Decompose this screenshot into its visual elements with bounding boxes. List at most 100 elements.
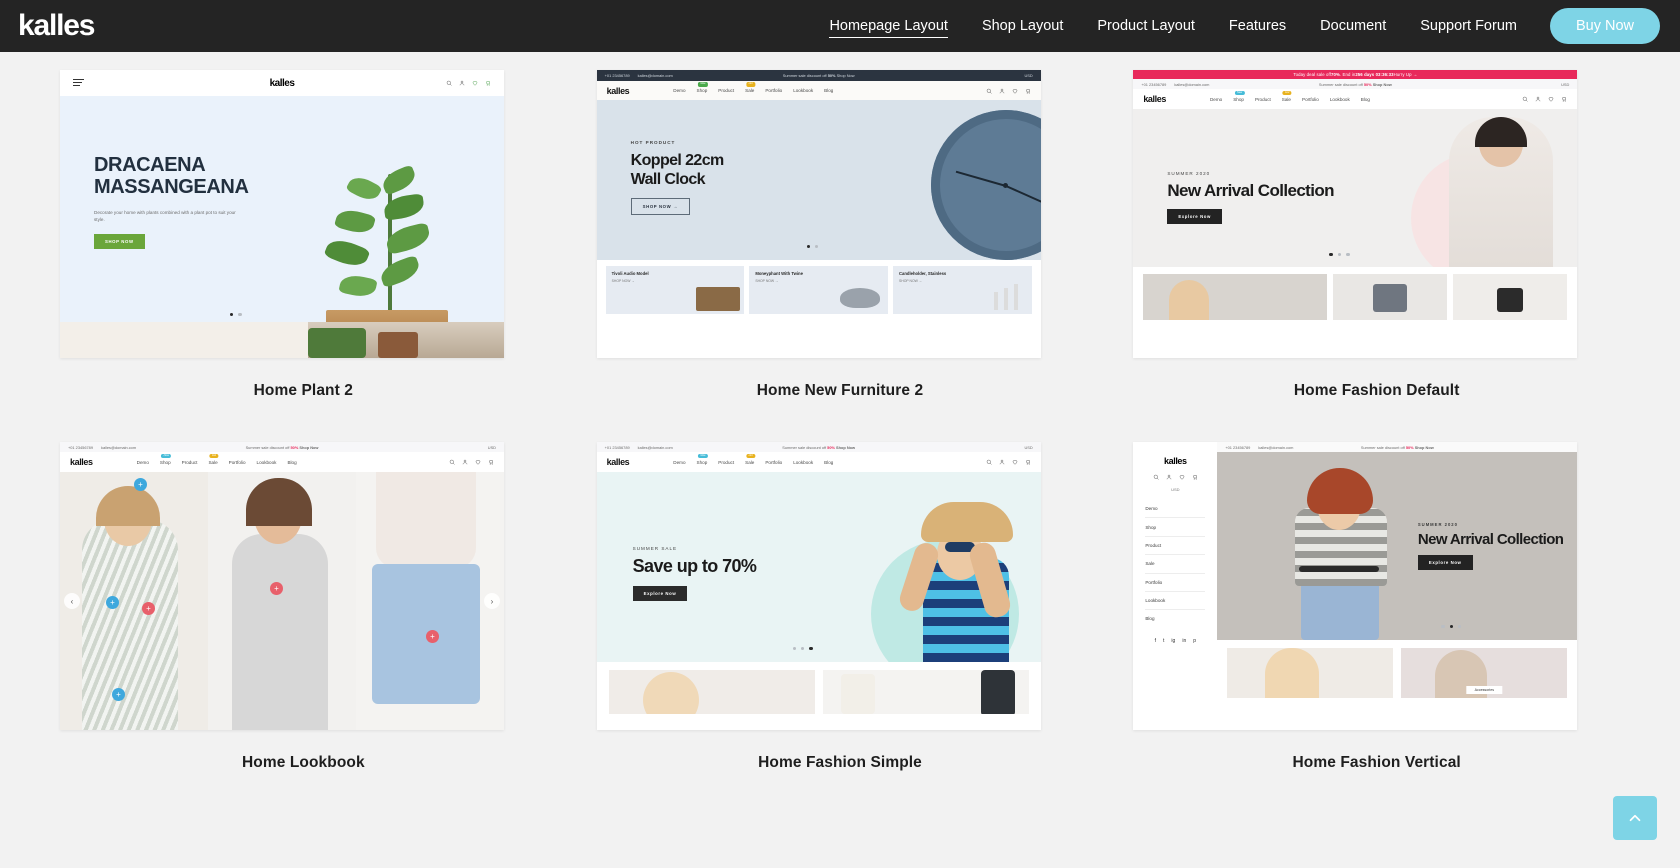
lookbook-pane[interactable]: + (208, 472, 356, 730)
nav-item-shop-layout[interactable]: Shop Layout (965, 0, 1080, 52)
wishlist-icon[interactable] (1179, 474, 1185, 480)
search-icon[interactable] (1522, 96, 1529, 102)
linkedin-icon[interactable]: in (1182, 638, 1186, 644)
nav-item-document[interactable]: Document (1303, 0, 1403, 52)
user-icon[interactable] (462, 459, 468, 465)
cart-icon[interactable] (1561, 96, 1567, 102)
nav-lookbook[interactable]: Lookbook (793, 460, 813, 465)
search-icon[interactable] (449, 459, 455, 465)
preview-home-new-furniture-2[interactable]: +01 23456789 kalles@domain.com Summer sa… (596, 70, 1041, 358)
lookbook-hotspot[interactable]: + (142, 602, 155, 615)
sidebar-item-portfolio[interactable]: Portfolio (1145, 574, 1206, 592)
cart-icon[interactable] (1025, 459, 1031, 465)
preview-home-fashion-vertical[interactable]: kalles USD Demo Shop Product Sale Portfo… (1133, 442, 1578, 730)
category-tile[interactable] (822, 670, 1029, 714)
topbar-currency[interactable]: USD (1561, 82, 1569, 87)
demo-card-home-fashion-default[interactable]: Today deal sale off 70%. End in 256 days… (1133, 70, 1620, 442)
product-tile[interactable]: Moneyphant With Twine SHOP NOW → (749, 266, 888, 314)
lookbook-next-button[interactable]: › (484, 593, 500, 609)
product-tile[interactable]: Tivoli Audio Model SHOP NOW → (605, 266, 745, 314)
wishlist-icon[interactable] (1012, 459, 1018, 465)
nav-item-product-layout[interactable]: Product Layout (1080, 0, 1212, 52)
category-tile[interactable] (1143, 274, 1328, 320)
nav-product[interactable]: Product (182, 460, 198, 465)
search-icon[interactable] (446, 80, 452, 86)
product-shop-link[interactable]: SHOP NOW → (755, 279, 882, 283)
lookbook-hotspot[interactable]: + (270, 582, 283, 595)
nav-demo[interactable]: Demo (673, 88, 685, 93)
demo-card-home-lookbook[interactable]: +01 23456789 kalles@domain.com Summer sa… (60, 442, 547, 814)
nav-sale[interactable]: Sale Hot (745, 82, 756, 93)
buy-now-button[interactable]: Buy Now (1549, 8, 1660, 44)
scroll-to-top-button[interactable] (1613, 796, 1657, 840)
carousel-dots[interactable] (792, 646, 813, 650)
explore-now-button[interactable]: Explore Now (632, 586, 688, 601)
carousel-dots[interactable] (1329, 252, 1350, 256)
nav-blog[interactable]: Blog (824, 460, 833, 465)
lookbook-pane[interactable]: + › (356, 472, 504, 730)
lookbook-hotspot[interactable]: + (134, 478, 147, 491)
demo-card-home-fashion-vertical[interactable]: kalles USD Demo Shop Product Sale Portfo… (1133, 442, 1620, 814)
nav-product[interactable]: Product (718, 88, 734, 93)
carousel-dots[interactable] (230, 312, 242, 316)
nav-demo[interactable]: Demo (1210, 97, 1222, 102)
preview-home-lookbook[interactable]: +01 23456789 kalles@domain.com Summer sa… (60, 442, 504, 730)
wishlist-icon[interactable] (472, 80, 478, 86)
search-icon[interactable] (986, 88, 992, 94)
sidebar-item-demo[interactable]: Demo (1145, 500, 1206, 519)
shop-now-button[interactable]: SHOP NOW (94, 234, 145, 249)
nav-shop[interactable]: Shop New (1233, 90, 1245, 102)
product-tile[interactable]: Candleholder, Stainless SHOP NOW → (893, 266, 1032, 314)
nav-portfolio[interactable]: Portfolio (765, 88, 782, 93)
lookbook-hotspot[interactable]: + (106, 596, 119, 609)
topbar-currency[interactable]: USD (1024, 73, 1032, 78)
currency-selector[interactable]: USD (1133, 487, 1217, 492)
nav-sale[interactable]: Sale Hot (208, 453, 219, 465)
shop-now-button[interactable]: SHOP NOW → (630, 198, 690, 216)
nav-portfolio[interactable]: Portfolio (765, 460, 782, 465)
sidebar-item-lookbook[interactable]: Lookbook (1145, 592, 1206, 611)
nav-demo[interactable]: Demo (137, 460, 149, 465)
nav-lookbook[interactable]: Lookbook (257, 460, 277, 465)
user-icon[interactable] (1535, 96, 1541, 102)
cart-icon[interactable] (485, 80, 491, 86)
nav-item-features[interactable]: Features (1212, 0, 1303, 52)
nav-shop[interactable]: Shop New (697, 82, 709, 93)
nav-sale[interactable]: Sale Hot (1282, 90, 1292, 102)
nav-demo[interactable]: Demo (673, 460, 685, 465)
category-tile[interactable] (1333, 274, 1448, 320)
pinterest-icon[interactable]: p (1193, 638, 1196, 644)
lookbook-pane[interactable]: + + + + ‹ (60, 472, 208, 730)
nav-item-support-forum[interactable]: Support Forum (1403, 0, 1534, 52)
nav-portfolio[interactable]: Portfolio (1302, 97, 1319, 102)
user-icon[interactable] (999, 459, 1005, 465)
wishlist-icon[interactable] (1012, 88, 1018, 94)
twitter-icon[interactable]: t (1163, 638, 1164, 644)
facebook-icon[interactable]: f (1155, 638, 1156, 644)
instagram-icon[interactable]: ig (1171, 638, 1175, 644)
carousel-dots[interactable] (1441, 624, 1462, 628)
demo-card-home-new-furniture-2[interactable]: +01 23456789 kalles@domain.com Summer sa… (596, 70, 1084, 442)
nav-shop[interactable]: Shop New (160, 453, 172, 465)
preview-home-plant-2[interactable]: kalles DRACAENA MASSANGEANA Decorate you… (60, 70, 504, 358)
product-shop-link[interactable]: SHOP NOW → (612, 279, 739, 283)
search-icon[interactable] (986, 459, 992, 465)
user-icon[interactable] (999, 88, 1005, 94)
sidebar-item-sale[interactable]: Sale (1145, 555, 1206, 574)
sidebar-item-product[interactable]: Product (1145, 537, 1206, 556)
explore-now-button[interactable]: Explore Now (1417, 555, 1473, 570)
nav-blog[interactable]: Blog (824, 88, 833, 93)
category-tile[interactable] (1227, 648, 1394, 698)
nav-blog[interactable]: Blog (1361, 97, 1370, 102)
lookbook-prev-button[interactable]: ‹ (64, 593, 80, 609)
product-shop-link[interactable]: SHOP NOW → (899, 279, 1026, 283)
cart-icon[interactable] (1025, 88, 1031, 94)
nav-product[interactable]: Product (1255, 97, 1271, 102)
sidebar-item-shop[interactable]: Shop (1145, 518, 1206, 537)
preview-home-fashion-default[interactable]: Today deal sale off 70%. End in 256 days… (1133, 70, 1578, 358)
topbar-currency[interactable]: USD (488, 445, 496, 450)
wishlist-icon[interactable] (475, 459, 481, 465)
topbar-currency[interactable]: USD (1024, 445, 1032, 450)
nav-sale[interactable]: Sale Hot (745, 453, 756, 465)
cart-icon[interactable] (1192, 474, 1198, 480)
